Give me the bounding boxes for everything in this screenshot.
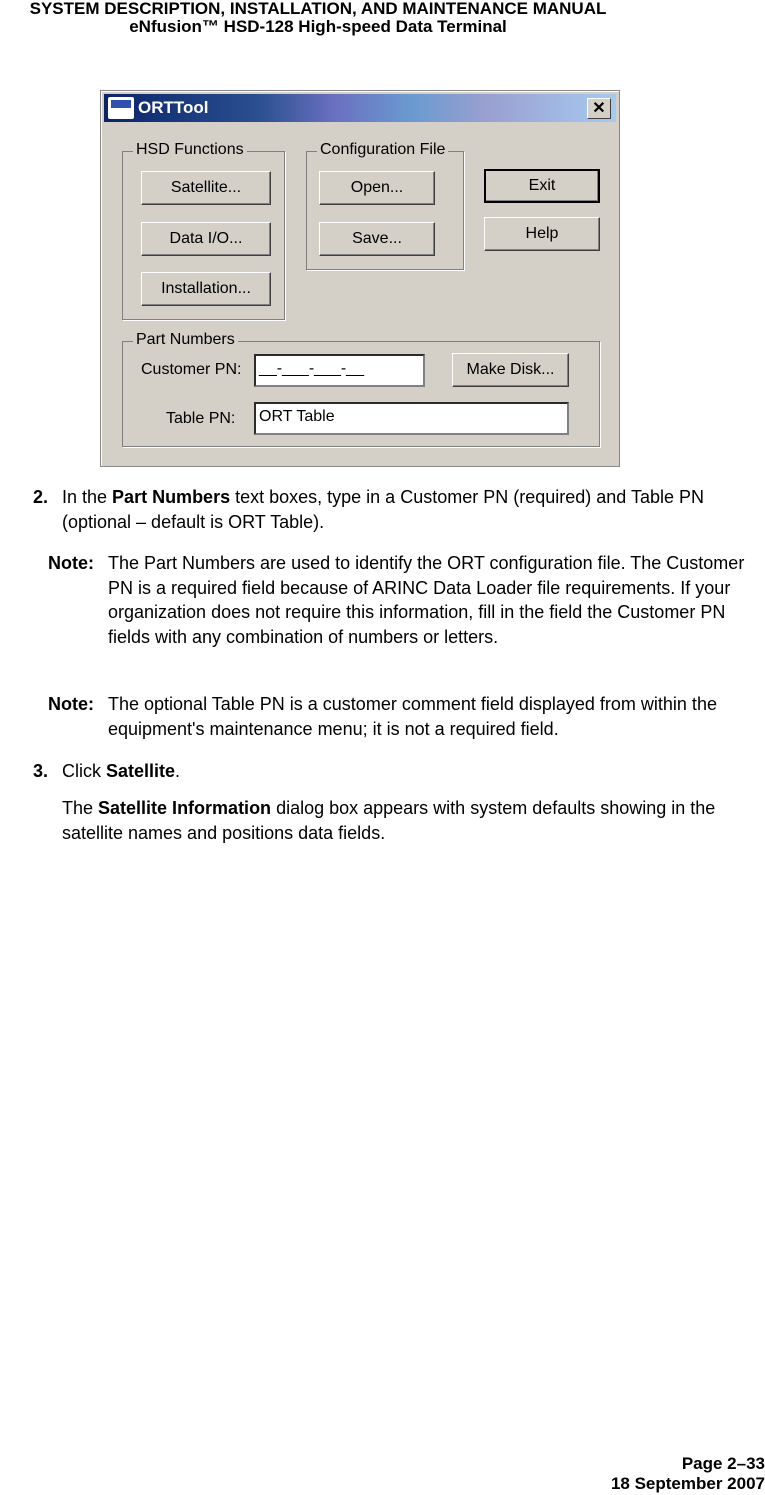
close-button[interactable]: ✕: [587, 98, 611, 119]
open-button[interactable]: Open...: [319, 171, 435, 205]
app-logo-icon: [108, 97, 134, 119]
group-label: Configuration File: [317, 141, 449, 159]
table-pn-label: Table PN:: [166, 410, 236, 427]
header-title: SYSTEM DESCRIPTION, INSTALLATION, AND MA…: [29, 0, 607, 18]
page-date: 18 September 2007: [610, 1474, 765, 1493]
step-3-text: Click Satellite.: [62, 759, 762, 784]
text: The: [62, 798, 99, 818]
bold-text: Satellite: [106, 761, 176, 781]
customer-pn-label: Customer PN:: [141, 361, 242, 378]
satellite-button[interactable]: Satellite...: [141, 171, 271, 205]
step-3-number: 3.: [33, 761, 49, 781]
customer-pn-input[interactable]: __-___-___-__: [254, 354, 425, 387]
installation-button[interactable]: Installation...: [141, 272, 271, 306]
ortool-dialog: ORTTool ✕ HSD Functions Satellite... Dat…: [100, 90, 620, 467]
step-2-number: 2.: [33, 487, 49, 507]
bold-text: Part Numbers: [112, 487, 231, 507]
save-button[interactable]: Save...: [319, 222, 435, 256]
title-bar: ORTTool ✕: [104, 94, 616, 122]
data-io-button[interactable]: Data I/O...: [141, 222, 271, 256]
page-footer: Page 2–33 18 September 2007: [611, 1454, 765, 1494]
group-label: HSD Functions: [133, 141, 247, 159]
text: In the: [62, 487, 113, 507]
note-1-text: The Part Numbers are used to identify th…: [108, 553, 745, 647]
page-number: Page 2–33: [681, 1454, 765, 1473]
help-button[interactable]: Help: [484, 217, 600, 251]
exit-button[interactable]: Exit: [484, 169, 600, 203]
note-2-label: Note:: [48, 694, 94, 714]
header-subtitle: eNfusion™ HSD-128 High-speed Data Termin…: [129, 17, 507, 36]
dialog-title: ORTTool: [138, 98, 209, 117]
bold-text: Satellite Information: [98, 798, 272, 818]
text: .: [175, 761, 181, 781]
note-2-text: The optional Table PN is a customer comm…: [108, 694, 717, 739]
page-header: SYSTEM DESCRIPTION, INSTALLATION, AND MA…: [0, 0, 636, 36]
make-disk-button[interactable]: Make Disk...: [452, 353, 569, 387]
step-2-text: In the Part Numbers text boxes, type in …: [62, 485, 762, 534]
note-1-label: Note:: [48, 553, 94, 573]
group-label: Part Numbers: [133, 331, 238, 349]
result-paragraph: The Satellite Information dialog box app…: [62, 796, 762, 845]
table-pn-input[interactable]: ORT Table: [254, 402, 569, 435]
text: Click: [62, 761, 106, 781]
